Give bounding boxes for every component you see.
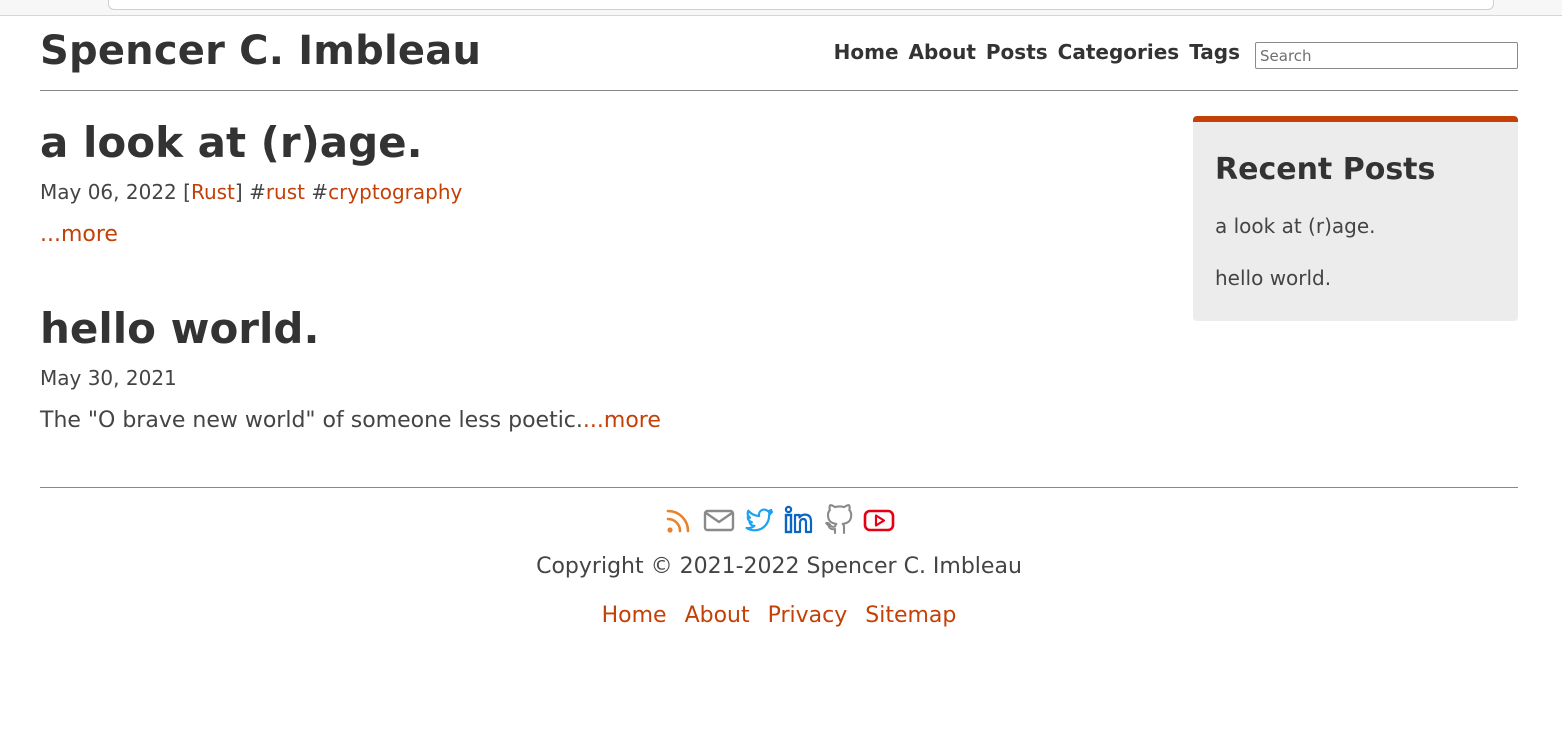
category-bracket-open: [ (183, 180, 191, 205)
recent-post-link[interactable]: hello world. (1215, 266, 1331, 290)
address-bar[interactable] (108, 0, 1494, 10)
email-icon[interactable] (703, 504, 735, 536)
post-meta: May 30, 2021 (40, 366, 661, 390)
post-summary: ...more (40, 222, 462, 247)
recent-post-link[interactable]: a look at (r)age. (1215, 214, 1375, 238)
sidebar-title: Recent Posts (1215, 152, 1436, 187)
nav-categories[interactable]: Categories (1058, 40, 1180, 64)
read-more-link[interactable]: ...more (583, 408, 661, 433)
footer-link-about[interactable]: About (685, 603, 750, 628)
hash-symbol: # (249, 180, 266, 205)
main-nav: Home About Posts Categories Tags (834, 40, 1240, 64)
copyright-text: Copyright © 2021-2022 Spencer C. Imbleau (536, 554, 1022, 579)
site-title[interactable]: Spencer C. Imbleau (40, 28, 481, 74)
nav-posts[interactable]: Posts (986, 40, 1048, 64)
nav-tags[interactable]: Tags (1189, 40, 1240, 64)
social-links (40, 504, 1518, 536)
post-title[interactable]: hello world. (40, 304, 319, 353)
search-input[interactable] (1255, 42, 1518, 69)
twitter-icon[interactable] (743, 504, 775, 536)
hash-symbol: # (311, 180, 329, 205)
post-summary-text: The "O brave new world" of someone less … (40, 408, 583, 434)
nav-home[interactable]: Home (834, 40, 899, 64)
site-footer: Copyright © 2021-2022 Spencer C. Imbleau… (40, 487, 1518, 628)
rss-icon[interactable] (663, 504, 695, 536)
post-item: hello world. May 30, 2021 The "O brave n… (40, 304, 661, 433)
linkedin-icon[interactable] (783, 504, 815, 536)
youtube-icon[interactable] (863, 504, 895, 536)
footer-link-home[interactable]: Home (602, 603, 667, 628)
post-tag-link[interactable]: rust (266, 180, 305, 204)
post-category-link[interactable]: Rust (191, 180, 235, 204)
category-bracket-close: ] (234, 180, 243, 205)
footer-link-privacy[interactable]: Privacy (768, 603, 848, 628)
browser-chrome (0, 0, 1562, 16)
post-date: May 30, 2021 (40, 366, 177, 391)
post-title[interactable]: a look at (r)age. (40, 118, 423, 167)
recent-posts-sidebar: Recent Posts a look at (r)age. hello wor… (1193, 116, 1518, 321)
post-summary: The "O brave new world" of someone less … (40, 408, 661, 433)
post-meta: May 06, 2022 [Rust] #rust #cryptography (40, 180, 462, 204)
github-icon[interactable] (823, 504, 855, 536)
post-tag-link[interactable]: cryptography (328, 180, 462, 204)
post-date: May 06, 2022 (40, 180, 177, 205)
site-header: Spencer C. Imbleau Home About Posts Cate… (40, 16, 1518, 91)
nav-about[interactable]: About (909, 40, 976, 64)
post-item: a look at (r)age. May 06, 2022 [Rust] #r… (40, 118, 462, 247)
footer-link-sitemap[interactable]: Sitemap (865, 603, 956, 628)
read-more-link[interactable]: ...more (40, 222, 118, 247)
footer-nav: Home About Privacy Sitemap (40, 603, 1518, 628)
